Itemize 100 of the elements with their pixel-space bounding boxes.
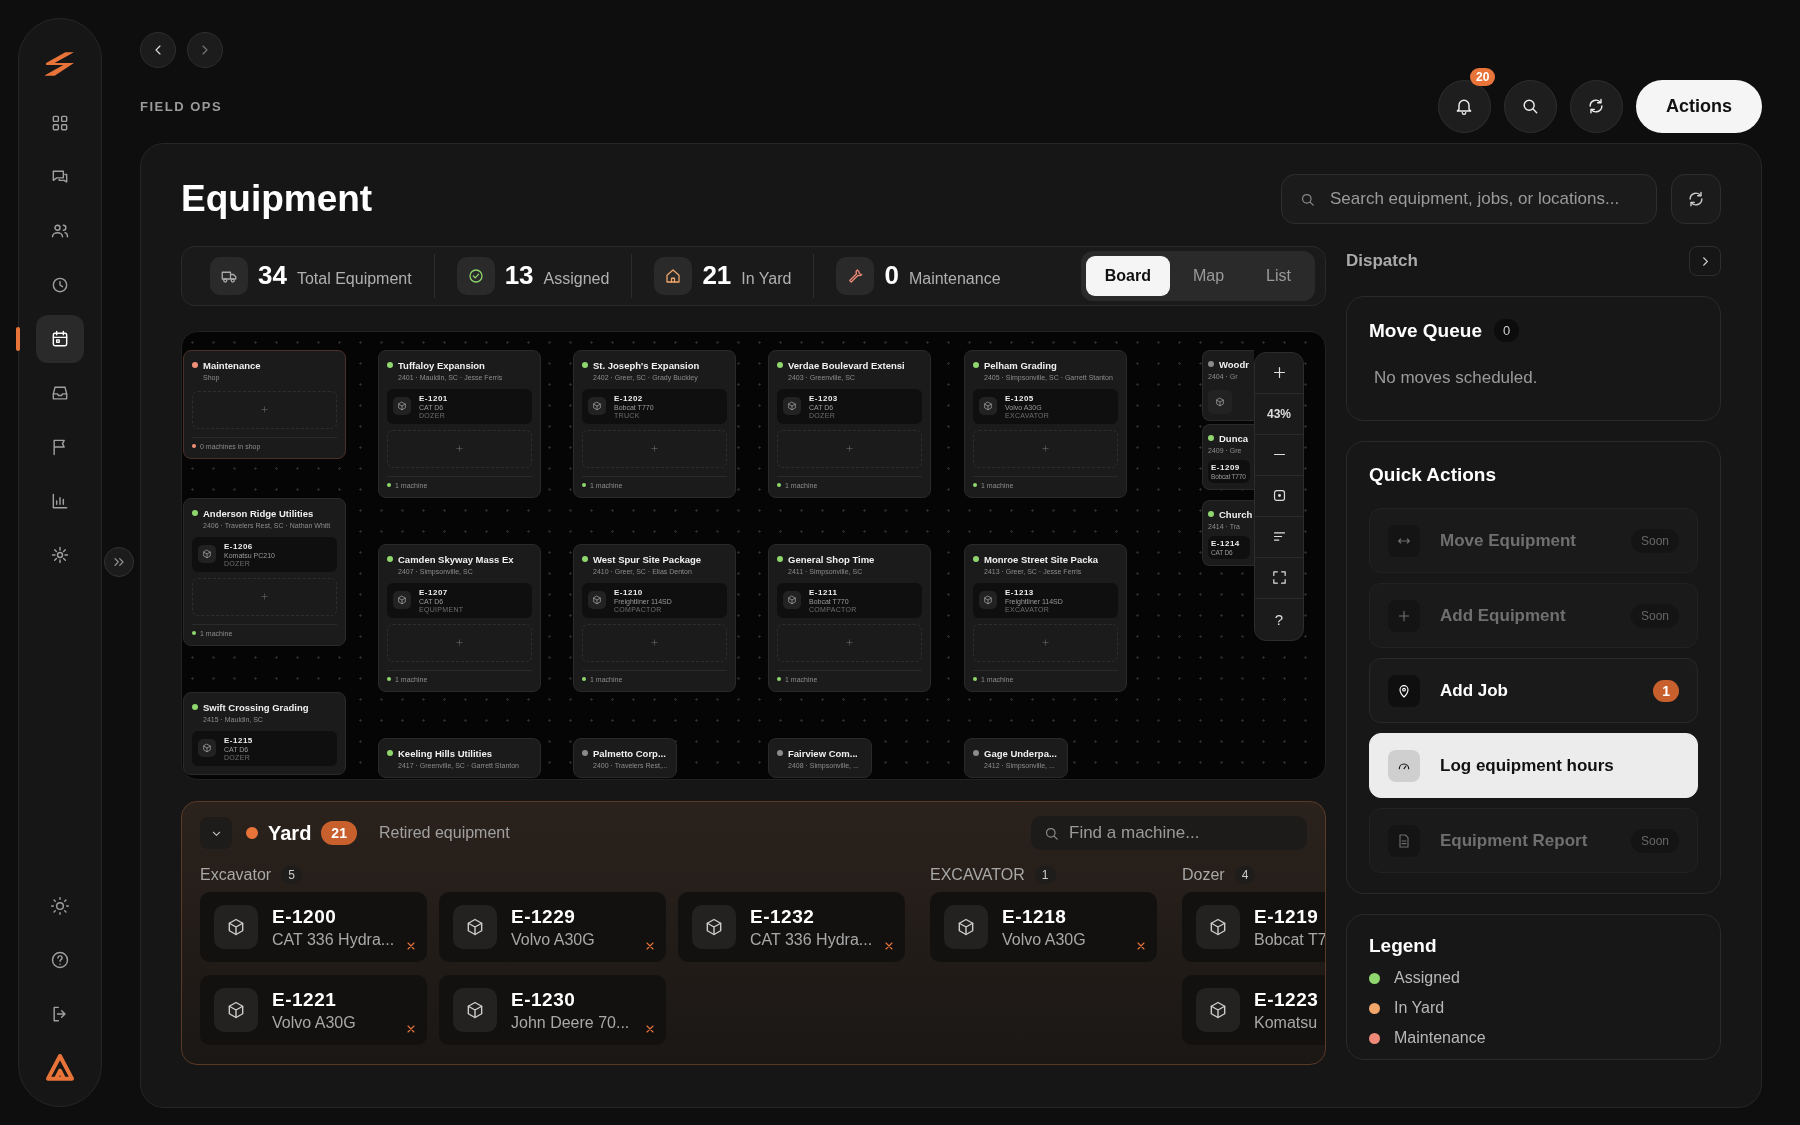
machine-model: Volvo A30G <box>1002 930 1086 949</box>
machine-model: CAT 336 Hydra... <box>750 930 873 949</box>
stat-value: 21 <box>702 260 732 292</box>
status-dot <box>777 677 781 682</box>
plus-icon <box>1041 638 1050 648</box>
cube-icon <box>393 397 411 416</box>
machine-card[interactable]: E-1230 John Deere 70... <box>439 975 666 1046</box>
plus-icon <box>455 638 464 648</box>
card-title: West Spur Site Package <box>593 553 702 565</box>
machine-id: E-1210 <box>614 587 644 597</box>
cube-icon <box>214 988 258 1033</box>
group-label: Dozer <box>1182 866 1225 885</box>
status-dot <box>246 827 258 840</box>
machine-id: E-1232 <box>750 905 816 928</box>
search-icon[interactable] <box>1504 79 1557 133</box>
quick-action-button[interactable]: Add Job 1 <box>1369 658 1698 723</box>
logo-icon <box>45 51 75 77</box>
dispatch-title: Dispatch <box>1346 251 1418 271</box>
cube-icon <box>588 397 606 416</box>
status-dot <box>582 677 586 682</box>
view-tab[interactable]: Map <box>1173 255 1244 296</box>
machine-id: E-1219 <box>1254 905 1320 928</box>
search-icon <box>1299 191 1316 208</box>
refresh-icon[interactable] <box>1671 174 1721 224</box>
machine-model: Volvo A30G <box>272 1013 356 1032</box>
status-dot <box>192 444 196 449</box>
calendar-icon[interactable] <box>36 315 84 363</box>
empty-message: No moves scheduled. <box>1374 368 1539 388</box>
retired-link[interactable]: Retired equipment <box>378 824 510 843</box>
search-field[interactable]: Search equipment, jobs, or locations... <box>1281 174 1657 224</box>
sync-icon[interactable] <box>1570 79 1623 133</box>
cube-icon <box>453 905 497 950</box>
gauge-icon <box>1388 749 1420 782</box>
section-label: FIELD OPS <box>140 98 223 114</box>
machine-id: E-1213 <box>1005 587 1035 597</box>
card-title: Camden Skyway Mass Ex <box>398 553 514 565</box>
card-title: St. Joseph's Expansion <box>593 359 700 371</box>
cube-icon <box>393 591 411 610</box>
stat-label: Total Equipment <box>296 269 412 288</box>
machine-card[interactable]: E-1218 Volvo A30G <box>930 892 1157 963</box>
machine-card[interactable]: E-1229 Volvo A30G <box>439 892 666 963</box>
soon-tag: Soon <box>1630 528 1679 553</box>
status-dot <box>192 631 196 636</box>
back-icon[interactable] <box>140 32 176 68</box>
notification-badge: 20 <box>1470 67 1496 86</box>
page-title: Equipment <box>181 178 373 220</box>
machine-model: John Deere 70... <box>511 1013 630 1032</box>
brand-mark-icon <box>44 1052 76 1084</box>
card-title: Maintenance <box>203 359 261 371</box>
location-pin-icon <box>1388 674 1420 707</box>
machine-id: E-1205 <box>1005 393 1035 403</box>
card-title: Woodr <box>1219 358 1249 370</box>
cube-icon <box>214 905 258 950</box>
cube-icon <box>783 397 801 416</box>
help-button[interactable]: ? <box>1255 598 1303 640</box>
stat-value: 0 <box>884 260 899 292</box>
card-title: Palmetto Corp... <box>593 747 666 759</box>
document-icon <box>1388 824 1420 857</box>
machine-model: Komatsu <box>1254 1013 1319 1032</box>
machine-id: E-1221 <box>272 988 338 1011</box>
notifications-icon[interactable] <box>1438 79 1491 133</box>
soon-tag: Soon <box>1630 603 1679 628</box>
machine-card[interactable]: E-1200 CAT 336 Hydra... <box>200 892 427 963</box>
card-title: Gage Underpa... <box>984 747 1057 759</box>
stat-label: In Yard <box>741 269 792 288</box>
status-dot <box>582 483 586 488</box>
plus-icon <box>845 638 854 648</box>
machine-search-field[interactable]: Find a machine... <box>1031 816 1307 851</box>
cube-icon <box>979 397 997 416</box>
machine-card[interactable]: E-1223 Komatsu <box>1182 975 1325 1046</box>
count-badge: 0 <box>1494 319 1520 342</box>
house-icon <box>654 256 693 295</box>
machine-card[interactable]: E-1221 Volvo A30G <box>200 975 427 1046</box>
machine-id: E-1211 <box>809 587 839 597</box>
group-label: EXCAVATOR <box>930 866 1025 885</box>
card-title: Swift Crossing Grading <box>203 701 309 713</box>
machine-id: E-1209 <box>1211 462 1240 472</box>
legend-label: In Yard <box>1394 999 1445 1017</box>
view-tab[interactable]: Board <box>1085 255 1170 296</box>
view-tab[interactable]: List <box>1247 255 1310 296</box>
quick-action-button[interactable]: Log equipment hours <box>1369 733 1698 798</box>
machine-card[interactable]: E-1219 Bobcat T7 <box>1182 892 1325 963</box>
status-dot <box>387 677 391 682</box>
status-dot <box>387 483 391 488</box>
card-title: Fairview Com... <box>788 747 858 759</box>
yard-title: Yard <box>268 821 312 845</box>
machine-model: Bobcat T7 <box>1254 930 1325 949</box>
card-title: Legend <box>1369 935 1438 957</box>
machine-id: E-1214 <box>1211 538 1240 548</box>
count-badge: 21 <box>321 821 357 846</box>
legend-label: Assigned <box>1394 969 1460 987</box>
machine-card[interactable]: E-1232 CAT 336 Hydra... <box>678 892 905 963</box>
stat-label: Maintenance <box>908 269 1001 288</box>
expand-sidebar-icon[interactable] <box>104 547 134 577</box>
actions-button[interactable]: Actions <box>1636 79 1762 133</box>
card-title: Move Queue <box>1369 319 1482 342</box>
cube-icon <box>588 591 606 610</box>
cube-icon <box>783 591 801 610</box>
plus-icon <box>260 405 269 415</box>
wrench-icon <box>836 256 875 295</box>
